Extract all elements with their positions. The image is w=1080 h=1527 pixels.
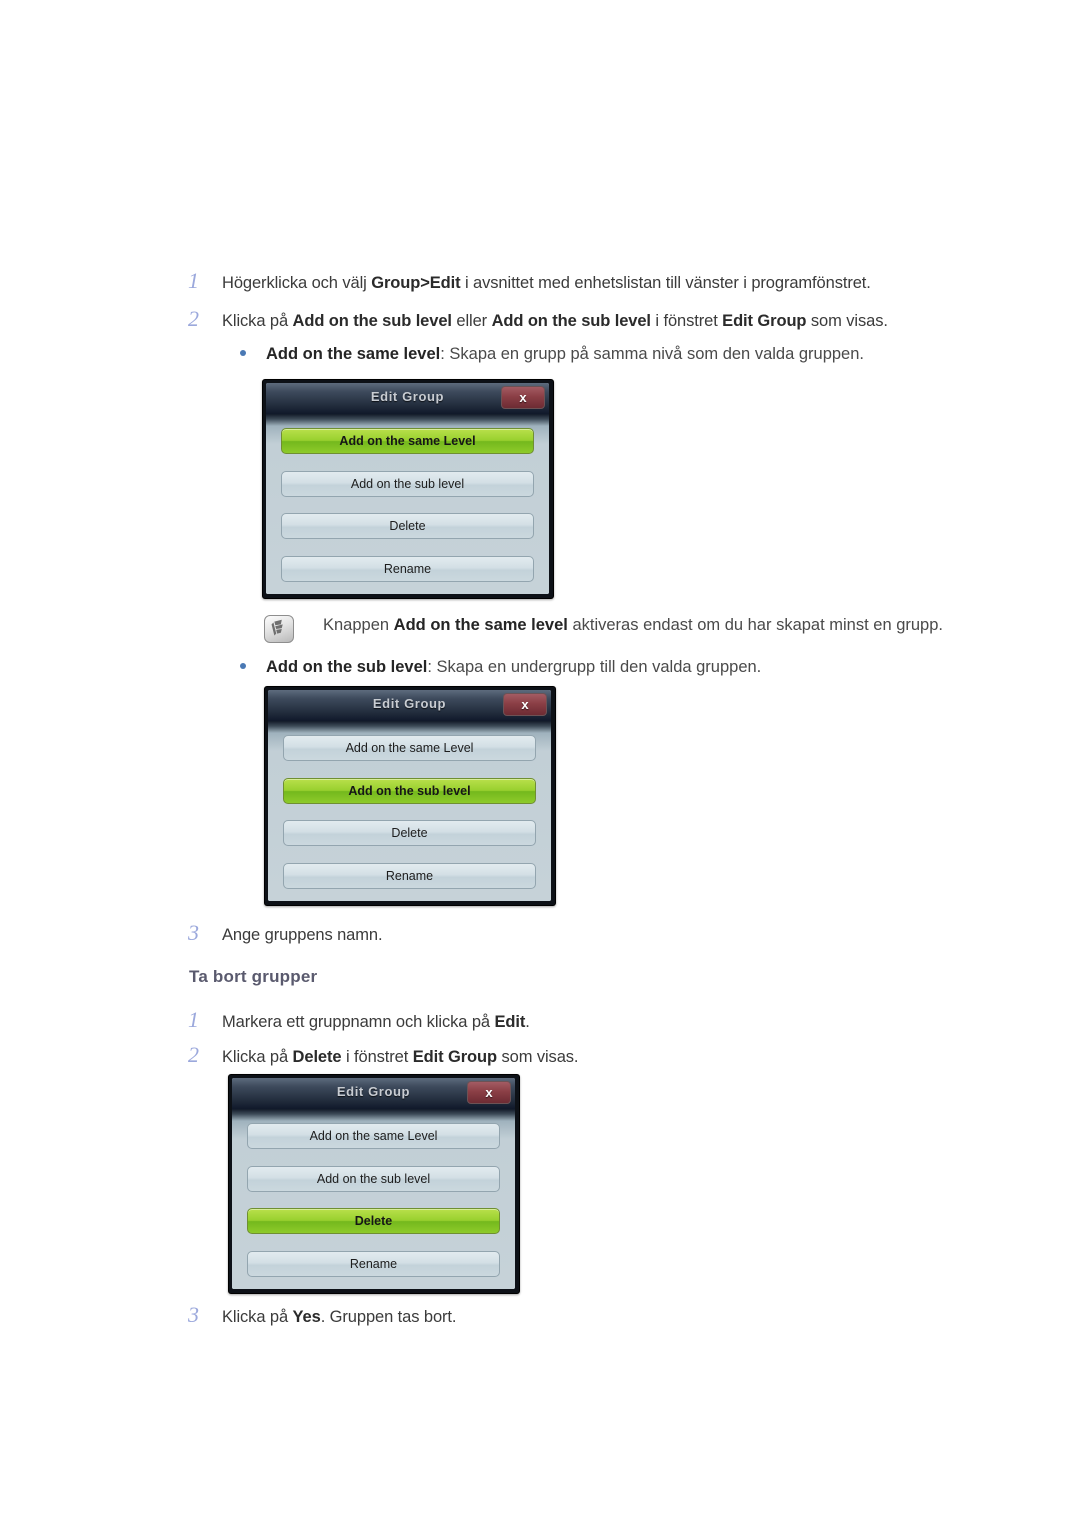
edit-group-dialog-2[interactable]: Edit Group x Add on the same Level Add o…	[264, 686, 556, 906]
step-item-create-3: 3 Ange gruppens namn.	[188, 920, 383, 946]
step-number: 3	[188, 1302, 199, 1327]
section-heading: Ta bort grupper	[189, 967, 318, 986]
dialog-button-rename[interactable]: Rename	[283, 862, 536, 889]
step-text: Klicka på Add on the sub level eller Add…	[222, 312, 888, 330]
dialog-button-add-sub-level[interactable]: Add on the sub level	[247, 1165, 500, 1192]
note-callout: Knappen Add on the same level aktiveras …	[264, 615, 943, 643]
note-pencil-icon	[264, 615, 294, 643]
step-text: Klicka på Delete i fönstret Edit Group s…	[222, 1048, 579, 1066]
dialog-body: Add on the same Level Add on the sub lev…	[232, 1109, 515, 1289]
edit-group-dialog-3[interactable]: Edit Group x Add on the same Level Add o…	[228, 1074, 520, 1294]
step-number: 2	[188, 1042, 199, 1067]
dialog-inner: Edit Group x Add on the same Level Add o…	[268, 690, 551, 901]
step-item-delete-1: 1 Markera ett gruppnamn och klicka på Ed…	[188, 1009, 530, 1033]
bullet-text: Add on the same level: Skapa en grupp på…	[266, 345, 864, 363]
dialog-button-delete[interactable]: Delete	[283, 820, 536, 847]
dialog-body: Add on the same Level Add on the sub lev…	[268, 721, 551, 901]
document-page: 1 Högerklicka och välj Group>Edit i avsn…	[0, 0, 1080, 1527]
note-text: Knappen Add on the same level aktiveras …	[323, 616, 943, 634]
dialog-button-add-same-level[interactable]: Add on the same Level	[281, 428, 534, 454]
dialog-button-add-sub-level[interactable]: Add on the sub level	[281, 470, 534, 497]
step-item-delete-3: 3 Klicka på Yes. Gruppen tas bort.	[188, 1304, 456, 1328]
edit-group-dialog-1[interactable]: Edit Group x Add on the same Level Add o…	[262, 379, 554, 599]
dialog-inner: Edit Group x Add on the same Level Add o…	[232, 1078, 515, 1289]
step-item-create-2: 2 Klicka på Add on the sub level eller A…	[188, 308, 888, 332]
step-text: Ange gruppens namn.	[222, 926, 383, 944]
dialog-title-bar: Edit Group x	[232, 1078, 515, 1110]
step-number: 2	[188, 306, 199, 331]
step-text: Högerklicka och välj Group>Edit i avsnit…	[222, 274, 871, 292]
step-number: 3	[188, 920, 199, 945]
dialog-button-delete[interactable]: Delete	[247, 1208, 500, 1235]
close-icon[interactable]: x	[467, 1081, 511, 1104]
dialog-button-add-same-level[interactable]: Add on the same Level	[247, 1123, 500, 1149]
bullet-item-sub-level: Add on the sub level: Skapa en undergrup…	[238, 656, 761, 678]
step-text: Markera ett gruppnamn och klicka på Edit…	[222, 1013, 530, 1031]
step-item-create-1: 1 Högerklicka och välj Group>Edit i avsn…	[188, 270, 871, 294]
bullet-item-same-level: Add on the same level: Skapa en grupp på…	[238, 343, 864, 365]
dialog-inner: Edit Group x Add on the same Level Add o…	[266, 383, 549, 594]
dialog-button-rename[interactable]: Rename	[281, 555, 534, 582]
dialog-button-rename[interactable]: Rename	[247, 1250, 500, 1277]
close-icon[interactable]: x	[501, 386, 545, 409]
step-number: 1	[188, 1007, 199, 1032]
dialog-button-add-same-level[interactable]: Add on the same Level	[283, 735, 536, 761]
close-icon[interactable]: x	[503, 693, 547, 716]
step-number: 1	[188, 268, 199, 293]
dialog-button-delete[interactable]: Delete	[281, 513, 534, 540]
dialog-body: Add on the same Level Add on the sub lev…	[266, 414, 549, 594]
dialog-title-bar: Edit Group x	[268, 690, 551, 722]
dialog-title-bar: Edit Group x	[266, 383, 549, 415]
bullet-text: Add on the sub level: Skapa en undergrup…	[266, 658, 762, 676]
step-item-delete-2: 2 Klicka på Delete i fönstret Edit Group…	[188, 1042, 579, 1068]
dialog-button-add-sub-level[interactable]: Add on the sub level	[283, 777, 536, 804]
step-text: Klicka på Yes. Gruppen tas bort.	[222, 1308, 457, 1326]
